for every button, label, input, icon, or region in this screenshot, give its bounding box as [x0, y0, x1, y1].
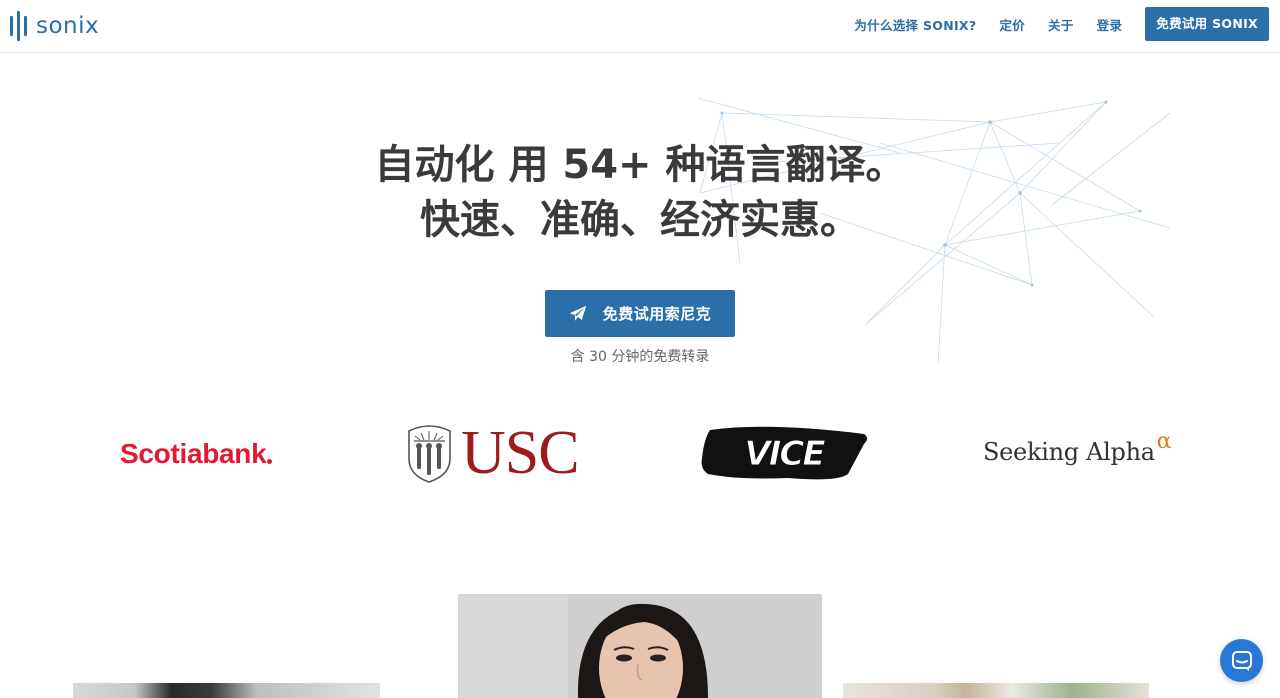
seeking-alpha-logo-text: Seeking Alpha	[983, 438, 1155, 466]
hero-heading: 自动化 用 54+ 种语言翻译。 快速、准确、经济实惠。	[0, 138, 1280, 248]
seeking-alpha-logo: Seeking Alpha α	[983, 428, 1172, 472]
portrait-woman	[458, 594, 822, 698]
hero-cta-label: 免费试用索尼克	[602, 305, 712, 323]
scotiabank-logo-text: Scotiabank	[120, 438, 267, 469]
paper-plane-icon	[569, 305, 586, 321]
nav-pricing[interactable]: 定价	[999, 15, 1025, 34]
vice-logo-mark: VICE	[701, 426, 867, 480]
scotiabank-logo: Scotiabank	[120, 436, 273, 472]
nav-about[interactable]: 关于	[1048, 15, 1074, 34]
alpha-symbol: α	[1156, 428, 1172, 454]
logo-text: sonix	[36, 13, 100, 39]
testimonial-photo-left	[73, 683, 380, 698]
hero-heading-line-1: 自动化 用 54+ 种语言翻译。	[374, 142, 906, 188]
vice-logo: VICE	[698, 424, 870, 482]
nav-why-sonix[interactable]: 为什么选择 SONIX?	[854, 15, 976, 34]
header-free-trial-button[interactable]: 免费试用 SONIX	[1145, 7, 1269, 41]
sonix-logo[interactable]: sonix	[10, 11, 99, 41]
chat-icon	[1231, 650, 1252, 671]
vice-logo-text: VICE	[744, 434, 825, 474]
main-nav: 为什么选择 SONIX? 定价 关于 登录 免费试用 SONIX	[854, 7, 1269, 41]
chat-widget-button[interactable]	[1220, 639, 1263, 682]
scotiabank-dot	[267, 458, 273, 464]
usc-logo-text: USC	[461, 419, 580, 487]
testimonial-photo-center	[458, 594, 822, 698]
hero-subtext: 含 30 分钟的免费转录	[570, 349, 710, 365]
usc-seal-icon	[408, 425, 451, 483]
hero-heading-line-2: 快速、准确、经济实惠。	[420, 197, 860, 243]
nav-login[interactable]: 登录	[1097, 15, 1123, 34]
sonix-logo-icon	[10, 11, 27, 41]
testimonial-photo-right	[843, 683, 1149, 698]
usc-logo: USC	[406, 419, 580, 487]
site-header: sonix 为什么选择 SONIX? 定价 关于 登录 免费试用 SONIX	[0, 0, 1280, 53]
hero-free-trial-button[interactable]: 免费试用索尼克	[545, 290, 735, 337]
